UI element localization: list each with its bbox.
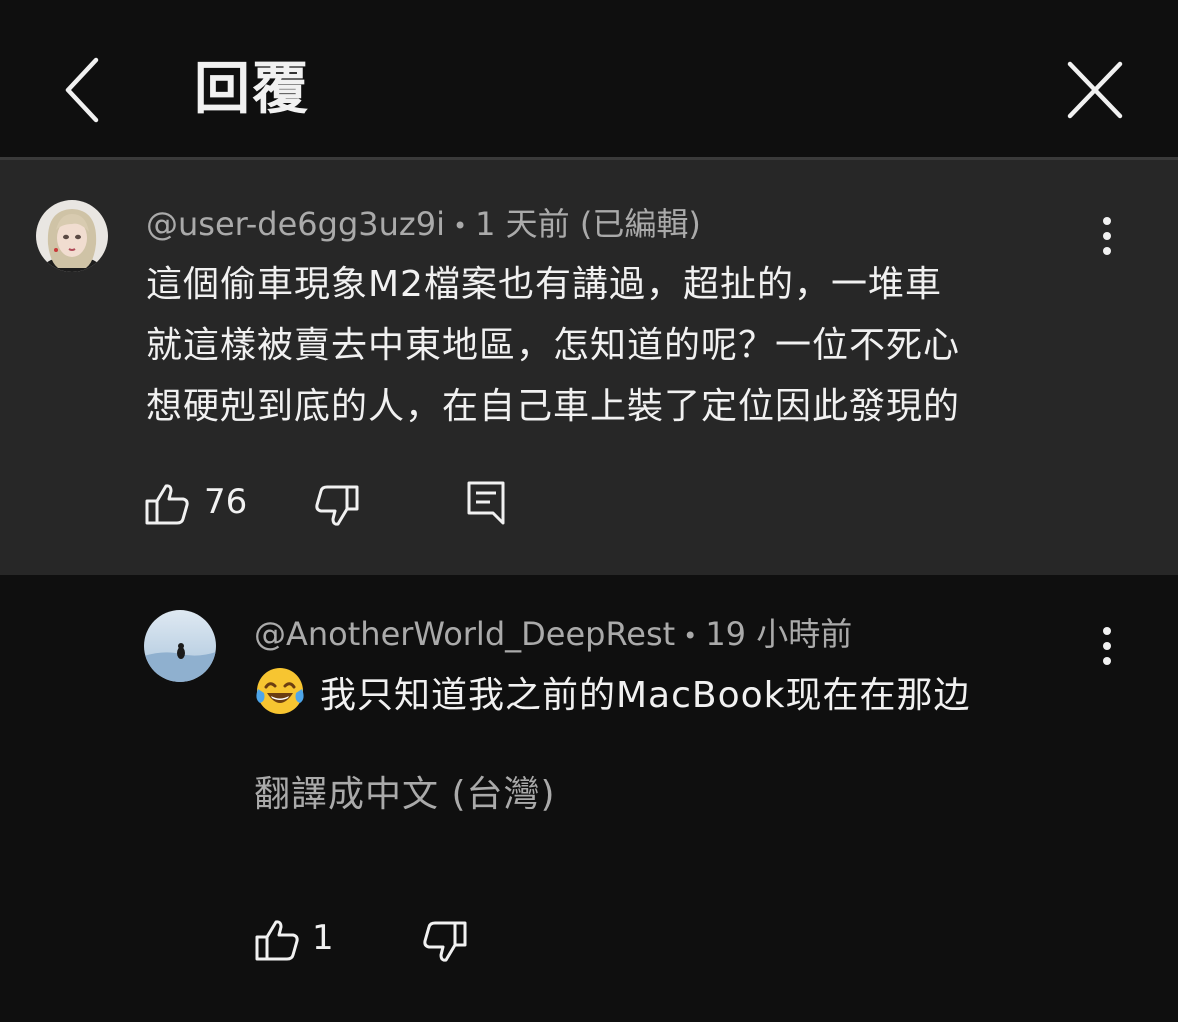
thumb-down-icon bbox=[423, 921, 467, 962]
reply-text: 我只知道我之前的MacBook现在在那边 bbox=[320, 675, 971, 716]
reply-icon bbox=[467, 481, 505, 525]
meta-separator: • bbox=[452, 212, 468, 240]
reply-button[interactable] bbox=[466, 480, 506, 530]
highlighted-comment: @user-de6gg3uz9i • 1 天前 (已編輯) 這個偷車現象M2檔案也有… bbox=[0, 160, 1178, 575]
comment-more-button[interactable] bbox=[1095, 215, 1119, 263]
comment-author[interactable]: @user-de6gg3uz9i bbox=[146, 205, 445, 243]
more-icon bbox=[1103, 217, 1111, 255]
comment-line: 想硬剋到底的人，在自己車上裝了定位因此發現的 bbox=[146, 386, 961, 427]
avatar-image bbox=[144, 610, 216, 682]
reply-time: 19 小時前 bbox=[705, 615, 853, 653]
comment-line: 就這樣被賣去中東地區，怎知道的呢？一位不死心 bbox=[146, 325, 961, 366]
back-button[interactable] bbox=[58, 54, 114, 126]
chevron-left-icon bbox=[65, 57, 99, 123]
comment-body: 這個偷車現象M2檔案也有講過，超扯的，一堆車 就這樣被賣去中東地區，怎知道的呢？… bbox=[146, 254, 960, 437]
meta-separator: • bbox=[683, 622, 698, 650]
thumb-up-icon bbox=[255, 920, 299, 961]
reply-author[interactable]: @AnotherWorld_DeepRest bbox=[254, 615, 675, 653]
header: 回覆 bbox=[0, 0, 1178, 160]
page-title: 回覆 bbox=[194, 57, 310, 122]
thumb-down-icon bbox=[315, 485, 359, 526]
comment-line: 這個偷車現象M2檔案也有講過，超扯的，一堆車 bbox=[146, 264, 942, 305]
comment-time: 1 天前 (已編輯) bbox=[475, 205, 701, 243]
more-icon bbox=[1103, 627, 1111, 665]
reply-body: 我只知道我之前的MacBook现在在那边 bbox=[254, 665, 971, 726]
reply-dislike-button[interactable] bbox=[422, 920, 468, 968]
tears-of-joy-emoji-icon bbox=[256, 668, 304, 714]
reply-avatar[interactable] bbox=[144, 610, 216, 682]
close-button[interactable] bbox=[1062, 58, 1128, 124]
dislike-button[interactable] bbox=[314, 484, 360, 532]
comment-meta: @user-de6gg3uz9i • 1 天前 (已編輯) bbox=[146, 204, 701, 246]
reply-like-count: 1 bbox=[312, 918, 334, 958]
like-button[interactable] bbox=[144, 482, 190, 530]
like-count: 76 bbox=[204, 482, 248, 522]
reply-meta: @AnotherWorld_DeepRest • 19 小時前 bbox=[254, 614, 852, 656]
thumb-up-icon bbox=[145, 484, 189, 525]
avatar-image bbox=[36, 200, 108, 272]
reply-like-button[interactable] bbox=[254, 918, 300, 966]
translate-link[interactable]: 翻譯成中文 (台灣) bbox=[254, 772, 556, 818]
close-icon bbox=[1067, 61, 1123, 119]
reply-more-button[interactable] bbox=[1095, 625, 1119, 673]
avatar[interactable] bbox=[36, 200, 108, 272]
